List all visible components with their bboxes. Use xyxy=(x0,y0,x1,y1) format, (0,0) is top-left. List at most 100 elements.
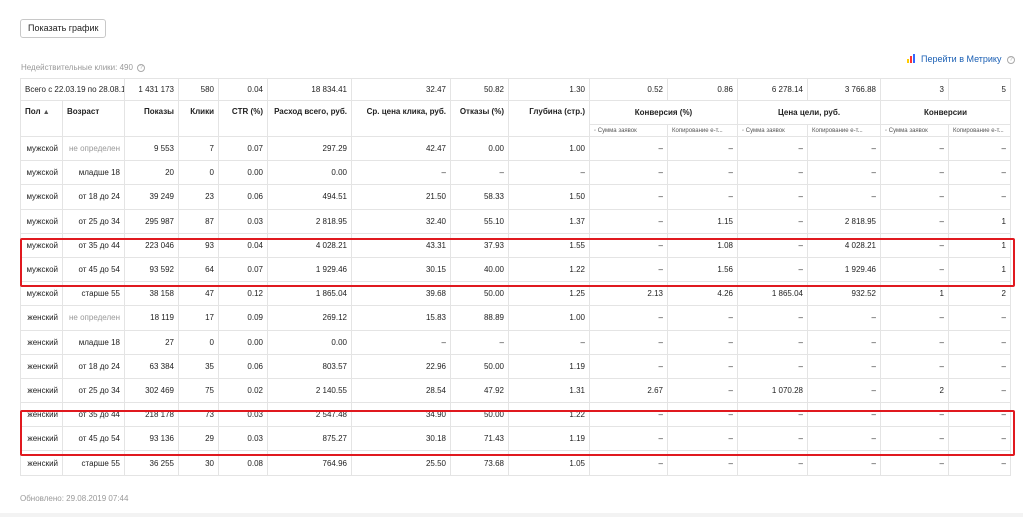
table-cell: – xyxy=(737,232,808,258)
table-cell: – xyxy=(667,160,738,186)
column-header-goal-price[interactable]: Цена цели, руб. xyxy=(737,100,881,125)
table-cell: – xyxy=(807,450,881,476)
subheader-sum[interactable]: ◦ Сумма заявок xyxy=(737,124,808,137)
table-row[interactable]: женский старше 55 36 255 30 0.08 764.96 25.50 7… xyxy=(20,450,1011,476)
table-cell: 1.19 xyxy=(508,353,590,379)
table-cell: 30.15 xyxy=(351,256,451,283)
table-cell: 0.03 xyxy=(218,402,268,428)
show-chart-button[interactable]: Показать график xyxy=(20,19,107,38)
table-cell: 55.10 xyxy=(450,208,509,234)
metrika-link-label[interactable]: Перейти в Метрику xyxy=(921,54,1001,64)
table-cell: 2.67 xyxy=(589,377,668,404)
subheader-copy[interactable]: Копирование е-т... xyxy=(667,124,738,137)
table-cell: 27 xyxy=(124,329,179,355)
table-row[interactable]: мужской от 35 до 44 223 046 93 0.04 4 028.21 4… xyxy=(20,232,1011,258)
table-cell: 1.50 xyxy=(508,184,590,210)
table-row[interactable]: мужской от 18 до 24 39 249 23 0.06 494.51 21.5… xyxy=(20,184,1011,210)
table-cell: – xyxy=(880,184,949,210)
table-cell: 22.96 xyxy=(351,353,451,379)
table-cell: 71.43 xyxy=(450,426,509,452)
totals-cell: 50.82 xyxy=(450,78,509,101)
table-cell: 36 255 xyxy=(124,450,179,476)
table-cell: – xyxy=(737,305,808,331)
table-row[interactable]: женский от 45 до 54 93 136 29 0.03 875.27 30.1… xyxy=(20,426,1011,452)
column-header-ctr[interactable]: CTR (%) xyxy=(218,100,268,137)
subheader-copy[interactable]: Копирование е-т... xyxy=(807,124,881,137)
table-cell: 1.19 xyxy=(508,426,590,452)
totals-row: Всего с 22.03.19 по 28.08.19 1 431 173 58… xyxy=(20,78,1011,101)
table-cell: – xyxy=(667,377,738,404)
table-cell: 0.03 xyxy=(218,208,268,234)
cell-age: от 18 до 24 xyxy=(62,184,125,210)
table-cell: 0.00 xyxy=(218,160,268,186)
table-row[interactable]: женский от 25 до 34 302 469 75 0.02 2 140.55 2… xyxy=(20,377,1011,404)
table-row[interactable]: мужской младше 18 20 0 0.00 0.00– – – – – – – – – xyxy=(20,160,1011,186)
metrika-link[interactable]: Перейти в Метрику ? xyxy=(906,54,1015,65)
subheader-sum[interactable]: ◦ Сумма заявок xyxy=(589,124,668,137)
table-cell: 0.03 xyxy=(218,426,268,452)
table-row[interactable]: мужской не определен 9 553 7 0.07 297.29 42.47… xyxy=(20,135,1011,162)
table-cell: 1 xyxy=(948,208,1011,234)
column-header-conversion-pct[interactable]: Конверсия (%) xyxy=(589,100,738,125)
column-header-spend[interactable]: Расход всего, руб. xyxy=(267,100,352,137)
table-cell: 21.50 xyxy=(351,184,451,210)
table-cell: 0 xyxy=(178,329,219,355)
table-cell: – xyxy=(737,450,808,476)
help-icon[interactable]: ? xyxy=(137,63,146,72)
table-cell: 18 119 xyxy=(124,305,179,331)
cell-sex: женский xyxy=(20,426,63,452)
table-row[interactable]: женский не определен 18 119 17 0.09 269.12 15.… xyxy=(20,305,1011,331)
cell-age: не определен xyxy=(62,305,125,331)
table-cell: 0.00 xyxy=(218,329,268,355)
table-row[interactable]: мужской от 45 до 54 93 592 64 0.07 1 929.46 30… xyxy=(20,256,1011,283)
table-cell: 4 028.21 xyxy=(807,232,881,258)
invalid-clicks-note: Недействительные клики: 490 ? xyxy=(21,63,146,72)
column-header-clicks[interactable]: Клики xyxy=(178,100,219,137)
table-row[interactable]: женский от 35 до 44 218 178 73 0.03 2 547.48 3… xyxy=(20,402,1011,428)
table-cell: 2 xyxy=(880,377,949,404)
table-cell: 875.27 xyxy=(267,426,352,452)
table-cell: 803.57 xyxy=(267,353,352,379)
table-cell: 75 xyxy=(178,377,219,404)
table-cell: – xyxy=(737,208,808,234)
column-header-impressions[interactable]: Показы xyxy=(124,100,179,137)
table-cell: – xyxy=(807,305,881,331)
table-row[interactable]: женский младше 18 27 0 0.00 0.00– – – – – – – – – xyxy=(20,329,1011,355)
help-icon[interactable]: ? xyxy=(1007,55,1015,64)
table-cell: 93 136 xyxy=(124,426,179,452)
cell-sex: женский xyxy=(20,329,63,355)
table-cell: – xyxy=(737,184,808,210)
table-cell: – xyxy=(667,184,738,210)
table-cell: 88.89 xyxy=(450,305,509,331)
table-cell: – xyxy=(880,135,949,162)
table-row[interactable]: мужской старше 55 38 158 47 0.12 1 865.04 39.6… xyxy=(20,281,1011,307)
table-cell: 64 xyxy=(178,256,219,283)
table-cell: – xyxy=(589,135,668,162)
table-cell: 42.47 xyxy=(351,135,451,162)
table-cell: – xyxy=(737,353,808,379)
table-cell: 73 xyxy=(178,402,219,428)
column-header-sex[interactable]: Пол ▲ xyxy=(20,100,63,137)
table-row[interactable]: женский от 18 до 24 63 384 35 0.06 803.57 22.9… xyxy=(20,353,1011,379)
totals-cell: 1.30 xyxy=(508,78,590,101)
table-cell: 2.13 xyxy=(589,281,668,307)
column-header-bounce[interactable]: Отказы (%) xyxy=(450,100,509,137)
cell-age: младше 18 xyxy=(62,160,125,186)
table-row[interactable]: мужской от 25 до 34 295 987 87 0.03 2 818.95 3… xyxy=(20,208,1011,234)
column-header-depth[interactable]: Глубина (стр.) xyxy=(508,100,590,137)
table-cell: 29 xyxy=(178,426,219,452)
column-header-age[interactable]: Возраст xyxy=(62,100,125,137)
cell-sex: женский xyxy=(20,305,63,331)
table-cell: 39 249 xyxy=(124,184,179,210)
subheader-copy[interactable]: Копирование е-т... xyxy=(948,124,1011,137)
table-cell: – xyxy=(737,160,808,186)
column-header-conversions[interactable]: Конверсии xyxy=(880,100,1011,125)
table-cell: – xyxy=(948,402,1011,428)
totals-cell: 3 xyxy=(880,78,949,101)
column-header-cpc[interactable]: Ср. цена клика, руб. xyxy=(351,100,451,137)
subheader-sum[interactable]: ◦ Сумма заявок xyxy=(880,124,949,137)
cell-sex: женский xyxy=(20,353,63,379)
table-cell: 2 818.95 xyxy=(807,208,881,234)
table-cell: 30 xyxy=(178,450,219,476)
table-cell: – xyxy=(880,256,949,283)
